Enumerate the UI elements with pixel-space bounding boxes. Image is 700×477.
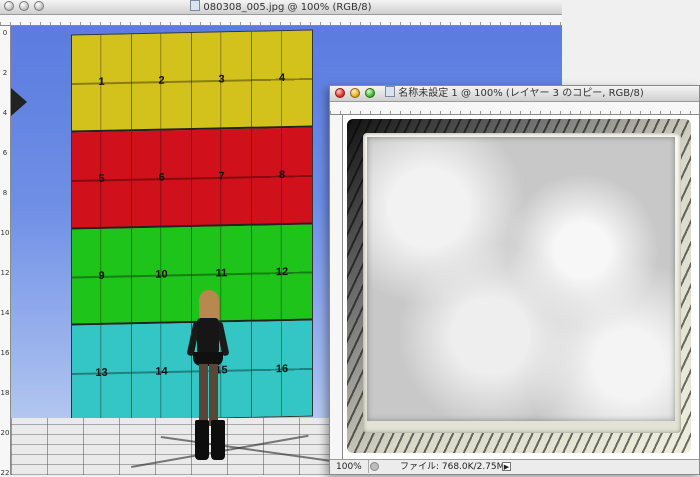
horizontal-ruler[interactable] xyxy=(0,15,562,26)
cell-number: 10 xyxy=(155,268,168,281)
avatar-figure xyxy=(186,288,230,474)
wall-cell: 9 xyxy=(72,227,132,324)
cell-number: 12 xyxy=(275,265,289,279)
wall-row: 5 6 7 8 xyxy=(72,127,312,230)
cell-number: 16 xyxy=(275,362,289,375)
file-size-info: ファイル: 768.0K/2.75M xyxy=(400,462,505,472)
cell-number: 11 xyxy=(215,267,228,280)
ruler-label: 8 xyxy=(2,189,8,197)
document-icon xyxy=(385,86,396,97)
window-title: 080308_005.jpg @ 100% (RGB/8) xyxy=(0,0,562,14)
status-icon[interactable] xyxy=(370,462,379,471)
wall-cell: 10 xyxy=(132,226,192,323)
wall-cell: 14 xyxy=(132,323,192,420)
status-menu-arrow-icon[interactable]: ▶ xyxy=(502,462,511,471)
cell-number: 9 xyxy=(98,269,105,282)
wall-cell: 3 xyxy=(192,31,252,128)
cell-number: 3 xyxy=(218,73,225,86)
brushed-frame xyxy=(347,119,691,453)
status-bar: 100% ファイル: 768.0K/2.75M ▶ xyxy=(330,459,699,474)
cell-number: 5 xyxy=(98,172,105,186)
ruler-label: 2 xyxy=(2,69,8,77)
wall-cell: 4 xyxy=(252,30,312,127)
title-bar[interactable]: 080308_005.jpg @ 100% (RGB/8) xyxy=(0,0,562,15)
wall-cell: 1 xyxy=(72,34,132,131)
title-bar[interactable]: 名称未設定 1 @ 100% (レイヤー 3 のコピー, RGB/8) xyxy=(330,86,699,102)
wall-cell: 2 xyxy=(132,33,192,130)
vertical-ruler[interactable] xyxy=(330,115,343,460)
ruler-label: 12 xyxy=(0,269,10,277)
window-title-text: 080308_005.jpg @ 100% (RGB/8) xyxy=(203,2,372,13)
frame-bevel xyxy=(363,133,681,433)
cloud-texture xyxy=(367,137,675,421)
ruler-label: 18 xyxy=(0,389,10,397)
cell-number: 4 xyxy=(278,72,286,85)
zoom-level-field[interactable]: 100% xyxy=(332,460,369,473)
ruler-label: 22 xyxy=(0,469,10,477)
cell-number: 2 xyxy=(158,74,165,88)
avatar-leg xyxy=(209,364,218,426)
document-icon xyxy=(190,0,201,11)
ruler-label: 0 xyxy=(2,29,8,37)
cell-number: 1 xyxy=(98,76,105,89)
window-title-text: 名称未設定 1 @ 100% (レイヤー 3 のコピー, RGB/8) xyxy=(398,88,644,99)
vertical-ruler[interactable]: 0 2 4 6 8 10 12 14 16 18 20 22 xyxy=(0,26,11,477)
ruler-label: 10 xyxy=(0,229,10,237)
wall-row: 1 2 3 4 xyxy=(72,30,312,133)
ruler-label: 6 xyxy=(2,149,8,157)
wall-cell: 7 xyxy=(192,128,252,225)
avatar-boot xyxy=(211,420,225,460)
ruler-label: 20 xyxy=(0,429,10,437)
cell-number: 14 xyxy=(155,365,168,378)
avatar-torso xyxy=(197,318,219,354)
wall-cell: 5 xyxy=(72,131,132,228)
new-document-window: 名称未設定 1 @ 100% (レイヤー 3 のコピー, RGB/8) 100%… xyxy=(329,85,700,475)
wall-cell: 12 xyxy=(252,223,312,320)
dark-object xyxy=(11,88,27,116)
avatar-skirt xyxy=(193,352,223,366)
wall-cell: 16 xyxy=(252,320,312,417)
cell-number: 8 xyxy=(278,169,286,182)
ruler-label: 16 xyxy=(0,349,10,357)
ruler-label: 14 xyxy=(0,309,10,317)
ruler-label: 4 xyxy=(2,109,8,117)
avatar-boot xyxy=(195,420,209,460)
cell-number: 7 xyxy=(218,170,225,183)
wall-cell: 13 xyxy=(72,324,132,421)
avatar-leg xyxy=(199,364,208,426)
horizontal-ruler[interactable] xyxy=(330,102,699,115)
wall-cell: 8 xyxy=(252,127,312,224)
image-canvas[interactable] xyxy=(343,115,699,460)
cell-number: 13 xyxy=(95,366,108,379)
window-title: 名称未設定 1 @ 100% (レイヤー 3 のコピー, RGB/8) xyxy=(330,86,699,101)
wall-cell: 6 xyxy=(132,129,192,226)
cell-number: 6 xyxy=(158,171,165,184)
